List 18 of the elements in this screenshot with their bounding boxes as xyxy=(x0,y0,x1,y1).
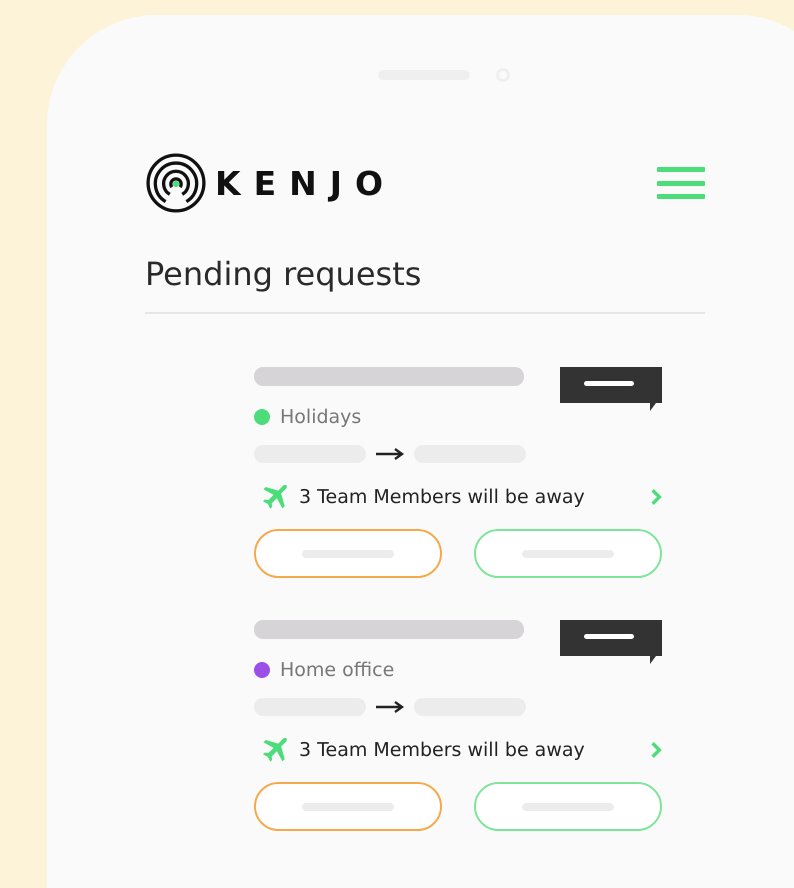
approve-button[interactable] xyxy=(474,782,662,831)
logo-icon xyxy=(145,152,207,214)
chevron-right-icon[interactable] xyxy=(650,488,662,506)
request-type: Home office xyxy=(280,659,394,681)
chevron-right-icon[interactable] xyxy=(650,741,662,759)
comment-icon[interactable] xyxy=(560,367,662,411)
decline-button[interactable] xyxy=(254,782,442,831)
arrow-icon xyxy=(375,447,405,461)
decline-button[interactable] xyxy=(254,529,442,578)
arrow-icon xyxy=(375,700,405,714)
logo-text: KENJO xyxy=(215,164,396,202)
page-title: Pending requests xyxy=(145,254,422,295)
menu-icon[interactable] xyxy=(657,167,705,199)
approve-button[interactable] xyxy=(474,529,662,578)
away-notice: 3 Team Members will be away xyxy=(299,739,585,761)
away-notice: 3 Team Members will be away xyxy=(299,486,585,508)
request-type: Holidays xyxy=(280,406,362,428)
comment-icon[interactable] xyxy=(560,620,662,664)
